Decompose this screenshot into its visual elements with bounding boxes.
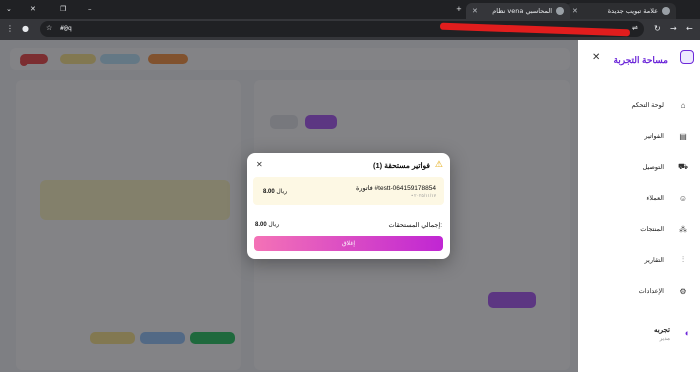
close-icon[interactable]: ✕ — [256, 160, 263, 169]
boxes-icon: ⁂ — [679, 224, 687, 234]
profile-icon[interactable]: ● — [22, 24, 29, 33]
user-card[interactable]: تجربه مدير — [654, 326, 670, 342]
site-info-icon[interactable]: ⇌ — [632, 24, 638, 32]
window-close-icon[interactable]: ✕ — [30, 5, 36, 13]
redaction-mark — [439, 22, 631, 37]
reload-icon[interactable]: ↻ — [654, 24, 661, 33]
users-icon: ☺ — [678, 193, 688, 203]
sidebar-item-customers[interactable]: العملاء ☺ — [588, 191, 688, 205]
invoice-amount: ريال 8.00 — [263, 188, 287, 195]
browser-tab-new[interactable]: ✕ علامة تبويب جديدة — [566, 3, 676, 19]
sidebar-item-label: العملاء — [646, 195, 664, 202]
sidebar-item-label: التقارير — [644, 257, 664, 264]
tab-title: علامة تبويب جديدة — [607, 7, 658, 15]
sidebar-item-label: التوصيل — [642, 164, 664, 171]
address-url: #@q — [60, 24, 72, 32]
tab-favicon-icon — [662, 7, 670, 15]
forward-icon[interactable]: → — [670, 24, 677, 33]
back-icon[interactable]: ← — [686, 24, 693, 33]
amount-value: 8.00 — [263, 189, 275, 195]
total-value: ريال 8.00 — [255, 221, 279, 228]
close-tab-icon[interactable]: ✕ — [472, 7, 478, 15]
tab-title: نظام vena المحاسبي — [492, 7, 552, 15]
total-label: إجمالي المستحقات: — [388, 222, 442, 229]
warning-icon: ⚠ — [434, 159, 443, 169]
sidebar-close-icon[interactable]: ✕ — [592, 52, 600, 63]
menu-kebab-icon[interactable]: ⋮ — [6, 24, 14, 33]
sidebar-item-products[interactable]: المنتجات ⁂ — [588, 222, 688, 236]
user-avatar-icon: ◐ — [684, 328, 690, 338]
home-icon: ⌂ — [680, 100, 686, 110]
user-name: تجربه — [653, 327, 670, 334]
invoice-number: فاتورة #testt-064159178854 — [355, 185, 436, 192]
bar-chart-icon: ⫶ — [682, 255, 684, 264]
close-button[interactable]: إغلاق — [254, 236, 443, 251]
due-invoices-modal: ✕ ⚠ فواتير مستحقة (1) فاتورة #testt-0641… — [247, 153, 450, 259]
tab-favicon-icon — [556, 7, 564, 15]
sidebar-item-invoices[interactable]: الفواتير ▤ — [588, 129, 688, 143]
sidebar-item-settings[interactable]: الإعدادات ⚙ — [588, 284, 688, 298]
invoice-icon: ▤ — [679, 131, 687, 141]
sidebar-item-label: الإعدادات — [638, 288, 664, 295]
sidebar: مساحة التجربة ✕ لوحة التحكم ⌂ الفواتير ▤… — [578, 40, 700, 372]
browser-tabstrip: ⌄ ✕ علامة تبويب جديدة ✕ نظام vena المحاس… — [0, 0, 700, 19]
user-role: مدير — [659, 336, 670, 342]
browser-tab-vena[interactable]: ✕ نظام vena المحاسبي — [466, 3, 570, 19]
invoice-date: • ٢٠٢٥/١١/١٧ — [411, 193, 436, 198]
truck-icon: ⛟ — [678, 162, 689, 171]
window-minimize-icon[interactable]: – — [88, 5, 92, 13]
gear-icon: ⚙ — [679, 286, 687, 296]
sidebar-item-label: لوحة التحكم — [631, 102, 664, 109]
amount-value: 8.00 — [255, 222, 267, 228]
sidebar-item-label: المنتجات — [640, 226, 664, 233]
invoice-row[interactable]: فاتورة #testt-064159178854 • ٢٠٢٥/١١/١٧ … — [253, 177, 444, 205]
sidebar-item-dashboard[interactable]: لوحة التحكم ⌂ — [588, 98, 688, 112]
sidebar-item-label: الفواتير — [644, 133, 664, 140]
close-tab-icon[interactable]: ✕ — [572, 7, 578, 15]
tab-search-icon[interactable]: ⌄ — [6, 5, 12, 13]
sidebar-item-delivery[interactable]: التوصيل ⛟ — [588, 160, 688, 174]
bookmark-star-icon[interactable]: ☆ — [46, 24, 52, 32]
workspace-title: مساحة التجربة — [613, 55, 668, 65]
window-restore-icon[interactable]: ❐ — [60, 5, 66, 13]
address-bar[interactable]: ☆ #@q ⇌ — [40, 21, 644, 37]
sidebar-item-reports[interactable]: التقارير ⫶ — [588, 253, 688, 267]
currency-label: ريال — [276, 189, 288, 195]
currency-label: ريال — [268, 222, 280, 228]
workspace-logo-icon — [680, 50, 694, 64]
modal-title: فواتير مستحقة (1) — [373, 161, 430, 170]
new-tab-button[interactable]: + — [456, 5, 462, 13]
browser-toolbar: ⋮ ● ☆ #@q ⇌ ↻ → ← — [0, 19, 700, 40]
